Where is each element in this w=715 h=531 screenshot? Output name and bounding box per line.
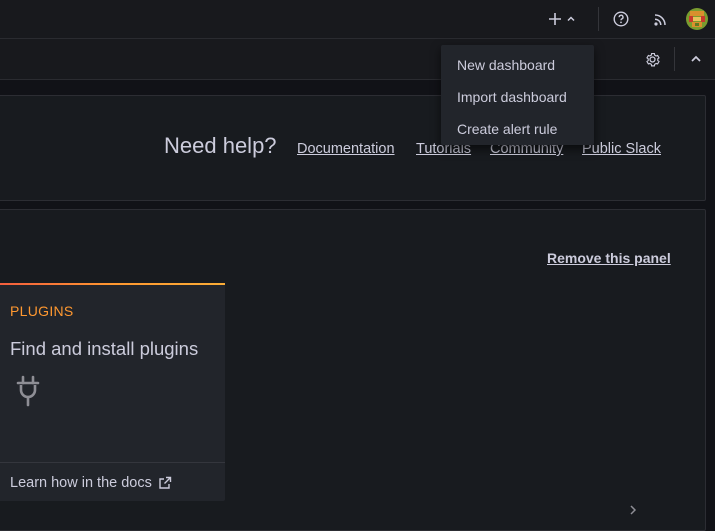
gear-icon (645, 52, 660, 66)
chevron-up-icon (567, 16, 575, 22)
toolbar-divider (674, 47, 675, 71)
news-button[interactable] (649, 8, 671, 30)
rss-icon (653, 13, 666, 26)
plugins-card: PLUGINS Find and install plugins Learn h… (0, 283, 225, 501)
question-circle-icon (613, 11, 629, 27)
help-title: Need help? (164, 133, 277, 158)
remove-panel-link[interactable]: Remove this panel (547, 250, 671, 266)
plus-icon (549, 13, 561, 25)
chevron-right-icon[interactable] (627, 503, 639, 517)
learn-docs-link[interactable]: Learn how in the docs (10, 475, 172, 491)
dashboard-settings-button[interactable] (641, 48, 663, 70)
collapse-button[interactable] (685, 48, 707, 70)
add-new-button[interactable] (548, 8, 584, 30)
top-navbar (0, 0, 715, 39)
chevron-up-icon (691, 55, 701, 62)
card-title: Find and install plugins (10, 338, 199, 359)
card-label: PLUGINS (10, 303, 74, 319)
add-menu: New dashboard Import dashboard Create al… (441, 45, 594, 145)
menu-item-new-dashboard[interactable]: New dashboard (441, 49, 594, 81)
dashboard-toolbar (0, 39, 715, 80)
menu-item-create-alert-rule[interactable]: Create alert rule (441, 113, 594, 145)
card-accent-bar (0, 283, 225, 285)
learn-docs-label: Learn how in the docs (10, 475, 152, 491)
external-link-icon (159, 476, 172, 489)
help-button[interactable] (610, 8, 632, 30)
link-documentation[interactable]: Documentation (297, 141, 395, 157)
plug-icon (16, 375, 40, 407)
card-footer: Learn how in the docs (0, 462, 225, 501)
menu-item-import-dashboard[interactable]: Import dashboard (441, 81, 594, 113)
user-avatar[interactable] (686, 8, 708, 30)
navbar-divider (598, 7, 599, 31)
